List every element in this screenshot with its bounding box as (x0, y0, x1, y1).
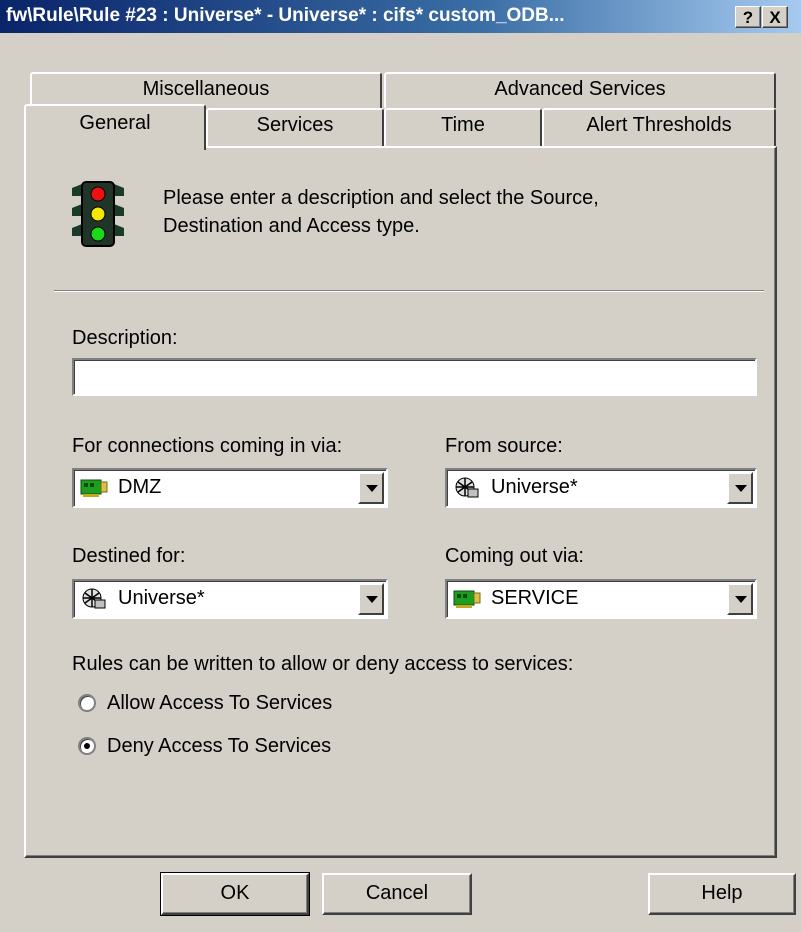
incoming-combobox[interactable]: DMZ (72, 468, 388, 508)
source-label: From source: (445, 435, 563, 457)
globe-network-icon (452, 476, 482, 500)
network-card-icon (79, 476, 109, 500)
destined-label: Destined for: (72, 545, 186, 567)
allow-access-radio[interactable] (78, 694, 96, 712)
destined-dropdown-button[interactable] (358, 583, 384, 615)
tab-time[interactable]: Time (384, 108, 542, 146)
header-text-line1: Please enter a description and select th… (163, 187, 599, 209)
incoming-value: DMZ (118, 476, 162, 498)
radio-selected-dot (84, 743, 90, 749)
window-title: fw\Rule\Rule #23 : Universe* - Universe*… (6, 5, 565, 26)
deny-access-label[interactable]: Deny Access To Services (107, 735, 331, 758)
outgoing-label: Coming out via: (445, 545, 584, 567)
tab-services[interactable]: Services (206, 108, 384, 146)
incoming-label: For connections coming in via: (72, 435, 343, 457)
source-dropdown-button[interactable] (727, 472, 753, 504)
network-card-icon (452, 587, 482, 611)
tab-miscellaneous[interactable]: Miscellaneous (30, 72, 382, 108)
destined-value: Universe* (118, 587, 205, 609)
destined-combobox[interactable]: Universe* (72, 579, 388, 619)
title-bar[interactable]: fw\Rule\Rule #23 : Universe* - Universe*… (0, 0, 801, 33)
help-button[interactable]: Help (648, 873, 796, 915)
separator (54, 290, 764, 292)
source-combobox[interactable]: Universe* (445, 468, 757, 508)
allow-access-label[interactable]: Allow Access To Services (107, 692, 332, 715)
help-title-button[interactable]: ? (735, 6, 761, 28)
close-button[interactable]: X (762, 6, 788, 28)
access-prompt: Rules can be written to allow or deny ac… (72, 653, 574, 675)
incoming-dropdown-button[interactable] (358, 472, 384, 504)
tab-advanced-services[interactable]: Advanced Services (384, 72, 776, 108)
outgoing-combobox[interactable]: SERVICE (445, 579, 757, 619)
ok-button[interactable]: OK (160, 872, 310, 916)
source-value: Universe* (491, 476, 578, 498)
tab-alert-thresholds[interactable]: Alert Thresholds (542, 108, 776, 146)
traffic-light-icon (70, 180, 126, 250)
description-label: Description: (72, 327, 178, 349)
tab-general[interactable]: General (24, 104, 206, 150)
globe-network-icon (79, 587, 109, 611)
header-text-line2: Destination and Access type. (163, 215, 420, 237)
deny-access-radio[interactable] (78, 737, 96, 755)
description-input[interactable] (72, 358, 757, 396)
outgoing-value: SERVICE (491, 587, 579, 609)
cancel-button[interactable]: Cancel (322, 873, 472, 915)
outgoing-dropdown-button[interactable] (727, 583, 753, 615)
